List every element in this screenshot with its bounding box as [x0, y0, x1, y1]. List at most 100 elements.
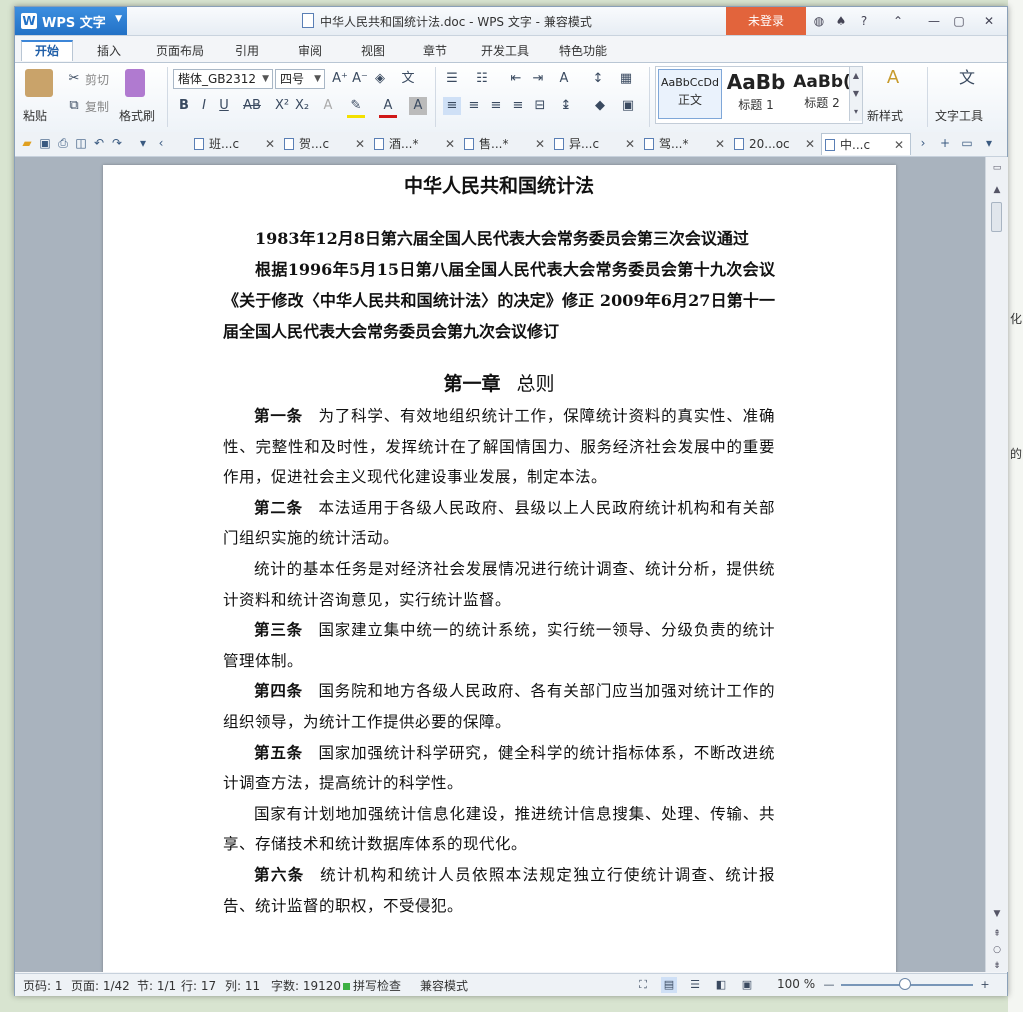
close-tab-icon[interactable]: ✕ [445, 133, 455, 155]
close-tab-icon[interactable]: ✕ [355, 133, 365, 155]
italic-icon[interactable]: I [195, 97, 213, 115]
tabs-scroll-left-icon[interactable]: ‹ [153, 135, 169, 151]
format-painter-icon[interactable] [125, 69, 145, 97]
style-heading-1[interactable]: AaBb 标题 1 [724, 69, 788, 119]
align-left-icon[interactable]: ≡ [443, 97, 461, 115]
doc-tab[interactable]: 售...* ✕ [461, 133, 551, 155]
spell-check-status[interactable]: 拼写检查 [343, 977, 401, 994]
bullet-list-icon[interactable]: ☰ [443, 70, 461, 88]
text-tools-button[interactable]: 文字工具 [935, 107, 983, 124]
zoom-level[interactable]: 100 % [777, 977, 815, 991]
gallery-scroll[interactable]: ▲ ▼ ▾ [849, 67, 862, 121]
tab-references[interactable]: 引用 [227, 40, 267, 62]
sort-icon[interactable]: ↕ [589, 70, 607, 88]
quick-access-menu-icon[interactable]: ▾ [135, 135, 151, 151]
scissors-icon[interactable]: ✂ [65, 70, 83, 88]
full-screen-icon[interactable]: ⛶ [635, 977, 651, 993]
style-normal[interactable]: AaBbCcDd 正文 [658, 69, 722, 119]
increase-indent-icon[interactable]: ⇥ [529, 70, 547, 88]
font-name-combo[interactable]: 楷体_GB2312 ▼ [173, 69, 273, 89]
tabs-menu-icon[interactable]: ▾ [981, 135, 997, 151]
numbered-list-icon[interactable]: ☷ [473, 70, 491, 88]
doc-tab[interactable]: 班...c ✕ [191, 133, 281, 155]
tab-developer[interactable]: 开发工具 [473, 40, 537, 62]
shading-icon[interactable]: ◆ [591, 97, 609, 115]
line-spacing-icon[interactable]: ↨ [557, 97, 575, 115]
open-icon[interactable]: ▰ [19, 135, 35, 151]
help-icon[interactable]: ? [855, 12, 873, 30]
print-icon[interactable]: ⎙ [55, 135, 71, 151]
minimize-icon[interactable]: — [925, 12, 943, 30]
table-icon[interactable]: ▦ [617, 70, 635, 88]
close-icon[interactable]: ✕ [980, 12, 998, 30]
zoom-slider-knob[interactable] [899, 978, 911, 990]
print-preview-icon[interactable]: ◫ [73, 135, 89, 151]
copy-button[interactable]: 复制 [85, 98, 109, 115]
next-page-icon[interactable]: ⇟ [989, 959, 1005, 973]
close-tab-icon[interactable]: ✕ [715, 133, 725, 155]
zoom-out-icon[interactable]: — [821, 977, 837, 993]
login-button[interactable]: 未登录 [726, 7, 806, 35]
split-view-icon[interactable]: ▭ [989, 161, 1005, 175]
doc-tab[interactable]: 驾...* ✕ [641, 133, 731, 155]
close-tab-icon[interactable]: ✕ [535, 133, 545, 155]
font-size-combo[interactable]: 四号 ▼ [275, 69, 325, 89]
bold-icon[interactable]: B [175, 97, 193, 115]
subscript-icon[interactable]: X₂ [293, 97, 311, 115]
close-tab-icon[interactable]: ✕ [625, 133, 635, 155]
new-tab-icon[interactable]: + [937, 135, 953, 151]
cut-button[interactable]: 剪切 [85, 71, 109, 88]
text-direction-icon[interactable]: A [555, 70, 573, 88]
close-tab-icon[interactable]: ✕ [894, 134, 904, 156]
save-icon[interactable]: ▣ [37, 135, 53, 151]
prev-page-icon[interactable]: ⇞ [989, 927, 1005, 941]
shrink-font-icon[interactable]: A⁻ [351, 70, 369, 88]
web-view-icon[interactable]: ◧ [713, 977, 729, 993]
scrollbar-thumb[interactable] [991, 202, 1002, 232]
copy-icon[interactable]: ⧉ [65, 97, 83, 115]
reading-view-icon[interactable]: ▣ [739, 977, 755, 993]
doc-tab[interactable]: 20...oc ✕ [731, 133, 821, 155]
doc-tab[interactable]: 贺...c ✕ [281, 133, 371, 155]
tab-list-icon[interactable]: ▭ [959, 135, 975, 151]
page-view-icon[interactable]: ▤ [661, 977, 677, 993]
tab-home[interactable]: 开始 [21, 40, 73, 61]
font-color-icon[interactable]: A [379, 97, 397, 118]
close-tab-icon[interactable]: ✕ [265, 133, 275, 155]
tab-features[interactable]: 特色功能 [551, 40, 615, 62]
zoom-in-icon[interactable]: + [977, 977, 993, 993]
clear-format-icon[interactable]: ◈ [371, 70, 389, 88]
redo-icon[interactable]: ↷ [109, 135, 125, 151]
align-center-icon[interactable]: ≡ [465, 97, 483, 115]
scroll-up-icon[interactable]: ▲ [989, 183, 1005, 197]
justify-icon[interactable]: ≡ [509, 97, 527, 115]
tab-page-layout[interactable]: 页面布局 [150, 40, 210, 62]
distribute-icon[interactable]: ⊟ [531, 97, 549, 115]
doc-tab[interactable]: 异...c ✕ [551, 133, 641, 155]
grow-font-icon[interactable]: A⁺ [331, 70, 349, 88]
word-count[interactable]: 字数: 19120 [271, 977, 341, 994]
tab-insert[interactable]: 插入 [89, 40, 129, 62]
style-heading-2[interactable]: AaBb( 标题 2 [790, 69, 854, 119]
tab-view[interactable]: 视图 [353, 40, 393, 62]
paste-icon[interactable] [25, 69, 53, 97]
skin-icon[interactable]: ◍ [810, 12, 828, 30]
document-page[interactable]: 中华人民共和国统计法 1983年12月8日第六届全国人民代表大会常务委员会第三次… [103, 165, 896, 972]
new-style-button[interactable]: 新样式 [867, 107, 903, 124]
tab-chapter[interactable]: 章节 [415, 40, 455, 62]
doc-tab[interactable]: 酒...* ✕ [371, 133, 461, 155]
superscript-icon[interactable]: X² [273, 97, 291, 115]
undo-icon[interactable]: ↶ [91, 135, 107, 151]
border-icon[interactable]: ▣ [619, 97, 637, 115]
highlight-icon[interactable]: ✎ [347, 97, 365, 118]
scroll-down-icon[interactable]: ▼ [989, 907, 1005, 921]
shirt-icon[interactable]: ♠ [832, 12, 850, 30]
tabs-scroll-right-icon[interactable]: › [915, 135, 931, 151]
outline-view-icon[interactable]: ☰ [687, 977, 703, 993]
underline-icon[interactable]: U [215, 97, 233, 115]
close-tab-icon[interactable]: ✕ [805, 133, 815, 155]
maximize-icon[interactable]: ▢ [950, 12, 968, 30]
text-tools-icon[interactable]: 文 [955, 69, 979, 93]
tab-review[interactable]: 审阅 [290, 40, 330, 62]
app-menu-button[interactable]: W WPS 文字 ▼ [15, 7, 127, 35]
